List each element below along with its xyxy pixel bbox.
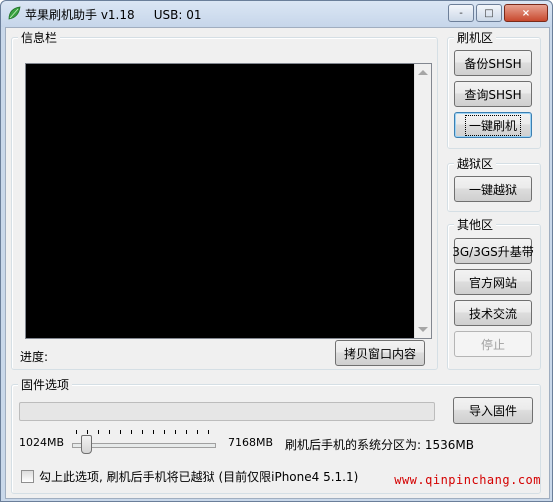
slider-tick [109,430,110,434]
one-click-flash-label: 一键刷机 [464,114,522,136]
watermark-text: www.qinpinchang.com [394,473,541,487]
slider-tick [175,430,176,434]
close-button[interactable]: × [504,4,548,22]
leaf-icon [8,6,21,20]
window-title: 苹果刷机助手 v1.18 USB: 01 [25,8,202,22]
stop-button[interactable]: 停止 [454,331,532,357]
jailbreak-checkbox[interactable] [21,470,34,483]
maximize-button[interactable]: □ [476,4,502,22]
baseband-upgrade-button[interactable]: 3G/3GS升基带 [452,238,534,264]
slider-tick [120,430,121,434]
info-group-label: 信息栏 [18,29,61,46]
info-group: 信息栏 进度: 拷贝窗口内容 [11,29,438,370]
scroll-down-icon[interactable] [418,327,428,332]
one-click-flash-button[interactable]: 一键刷机 [454,112,532,138]
slider-tick [153,430,154,434]
close-icon: × [521,7,531,19]
other-group: 其他区 3G/3GS升基带 官方网站 技术交流 停止 [447,216,541,370]
import-firmware-button[interactable]: 导入固件 [453,397,533,424]
app-window: 苹果刷机助手 v1.18 USB: 01 - □ × 信息栏 进度: 拷贝窗口内… [0,0,553,502]
import-firmware-label: 导入固件 [468,404,517,418]
one-click-jailbreak-button[interactable]: 一键越狱 [454,176,532,202]
slider-tick [131,430,132,434]
minimize-icon: - [459,7,463,19]
tech-exchange-label: 技术交流 [468,306,517,321]
window-controls: - □ × [448,4,548,22]
slider-tick [98,430,99,434]
official-site-label: 官方网站 [468,275,517,290]
firmware-group-label: 固件选项 [18,376,73,393]
flash-group: 刷机区 备份SHSH 查询SHSH 一键刷机 [447,29,541,149]
flash-group-label: 刷机区 [454,29,497,46]
partition-slider-track[interactable] [72,443,216,448]
official-site-button[interactable]: 官方网站 [454,269,532,295]
backup-shsh-button[interactable]: 备份SHSH [454,50,532,76]
progress-label: 进度: [20,350,49,364]
slider-tick [164,430,165,434]
slider-max-label: 7168MB [228,436,274,449]
stop-label: 停止 [480,337,505,352]
client-area: 信息栏 进度: 拷贝窗口内容 刷机区 备份SHSH 查询SHSH 一键刷机 越狱… [5,27,550,499]
log-console[interactable] [25,63,432,339]
log-scrollbar[interactable] [414,64,431,338]
firmware-progress-bar [19,402,435,421]
jailbreak-group-label: 越狱区 [454,155,497,172]
query-shsh-button[interactable]: 查询SHSH [454,81,532,107]
other-group-label: 其他区 [454,216,497,233]
minimize-button[interactable]: - [448,4,474,22]
slider-min-label: 1024MB [19,436,65,449]
slider-tick [208,430,209,434]
slider-tick [76,430,77,434]
partition-size-text: 刷机后手机的系统分区为: 1536MB [285,438,474,452]
tech-exchange-button[interactable]: 技术交流 [454,300,532,326]
copy-window-button[interactable]: 拷贝窗口内容 [335,340,425,366]
copy-window-label: 拷贝窗口内容 [343,346,416,361]
query-shsh-label: 查询SHSH [464,87,522,102]
scroll-up-icon[interactable] [418,70,428,75]
slider-tick [186,430,187,434]
baseband-upgrade-label: 3G/3GS升基带 [452,244,534,259]
title-bar[interactable]: 苹果刷机助手 v1.18 USB: 01 - □ × [1,1,552,27]
slider-tick [87,430,88,434]
backup-shsh-label: 备份SHSH [464,56,522,71]
jailbreak-group: 越狱区 一键越狱 [447,155,541,212]
maximize-icon: □ [484,7,494,19]
slider-tick [142,430,143,434]
one-click-jailbreak-label: 一键越狱 [468,182,517,197]
jailbreak-option-label[interactable]: 勾上此选项, 刷机后手机将已越狱 (目前仅限iPhone4 5.1.1) [39,468,358,485]
partition-slider-thumb[interactable] [81,435,92,454]
slider-tick [197,430,198,434]
